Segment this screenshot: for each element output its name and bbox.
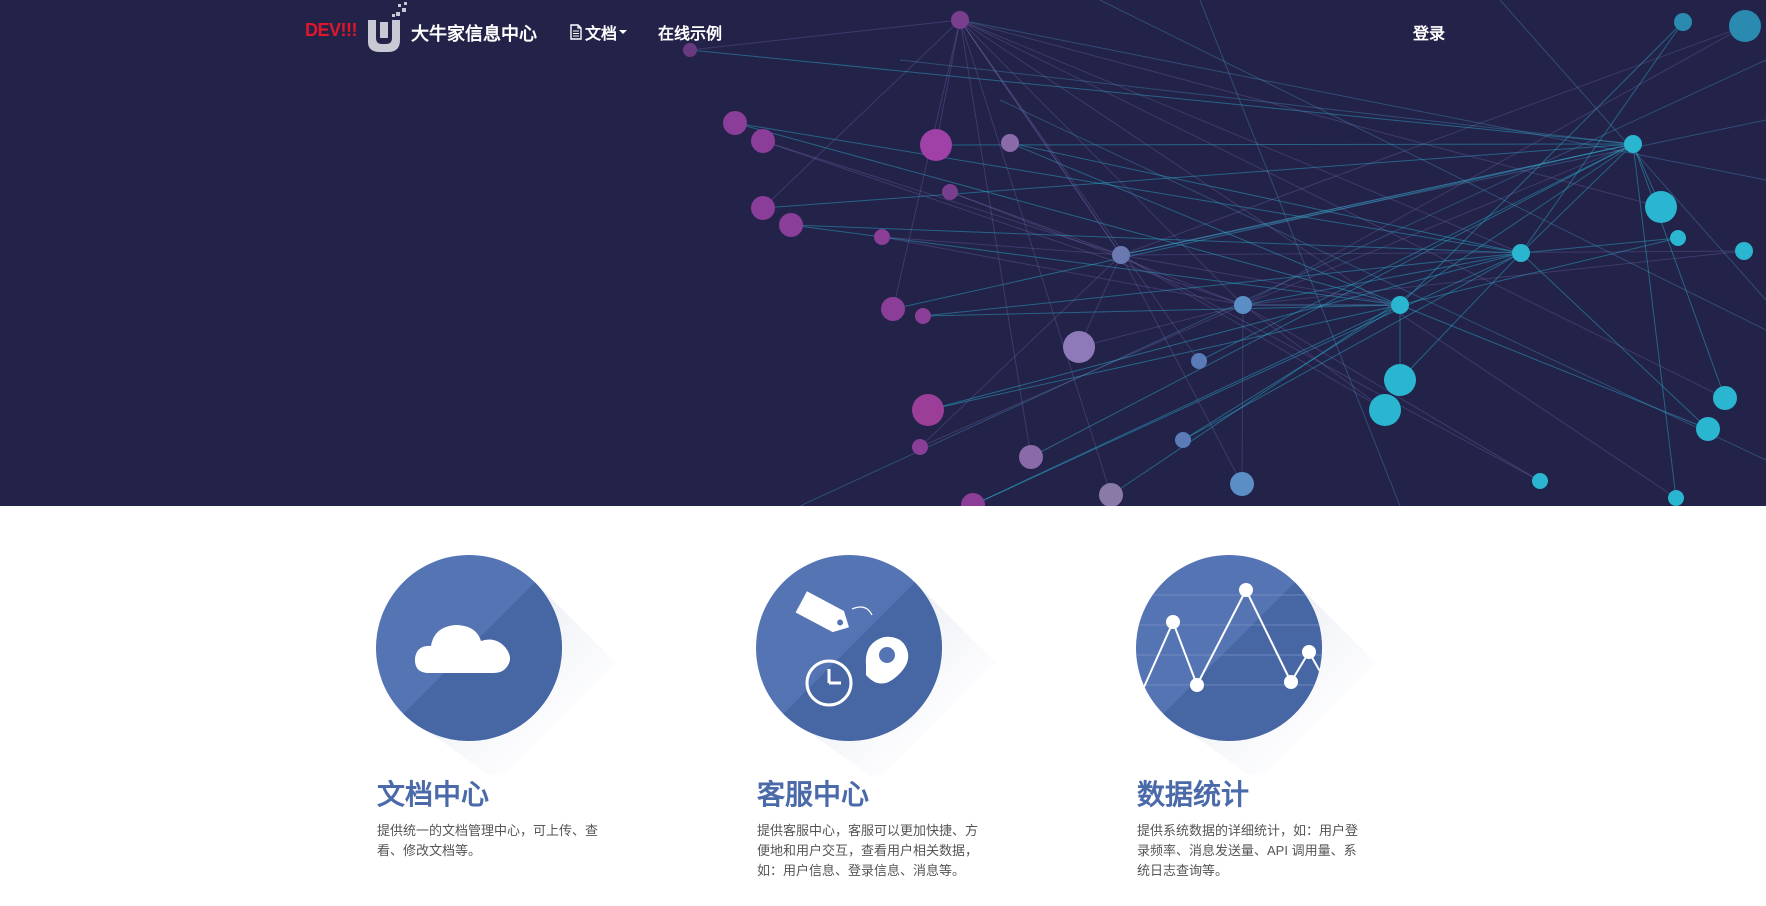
network-node <box>874 229 890 245</box>
network-node <box>920 129 952 161</box>
network-node <box>1668 490 1684 506</box>
network-node <box>1001 134 1019 152</box>
feature-description: 提供统一的文档管理中心，可上传、查看、修改文档等。 <box>377 823 599 858</box>
nav-login[interactable]: 登录 <box>1413 20 1445 44</box>
cloud-icon <box>376 555 616 775</box>
document-icon <box>570 24 582 40</box>
network-node <box>1063 331 1095 363</box>
network-node <box>1532 473 1548 489</box>
network-node <box>912 394 944 426</box>
network-node <box>1713 386 1737 410</box>
network-node <box>961 493 985 506</box>
network-node <box>1099 483 1123 506</box>
dev-badge: DEV!!! <box>305 20 358 40</box>
nav-online-demo[interactable]: 在线示例 <box>658 20 722 44</box>
nav-docs-dropdown[interactable]: 文档 <box>569 20 628 44</box>
network-node <box>751 196 775 220</box>
network-node <box>1391 296 1409 314</box>
feature-description: 提供客服中心，客服可以更加快捷、方便地和用户交互，查看用户相关数据，如：用户信息… <box>757 823 979 878</box>
network-node <box>1696 417 1720 441</box>
network-node <box>1670 230 1686 246</box>
tag-clock-pin-icon <box>756 555 996 775</box>
network-node <box>881 297 905 321</box>
network-node <box>1191 353 1207 369</box>
network-node <box>1512 244 1530 262</box>
network-node <box>1112 246 1130 264</box>
network-node <box>1230 472 1254 496</box>
brand-name[interactable]: 大牛家信息中心 <box>411 20 537 46</box>
network-node <box>1624 135 1642 153</box>
network-node <box>1645 191 1677 223</box>
feature-title: 客服中心 <box>757 779 870 810</box>
network-node <box>1175 432 1191 448</box>
network-node <box>1019 445 1043 469</box>
top-navbar: DEV!!! 大牛家信息中心 文档 在线示例 登录 <box>0 0 1766 64</box>
network-node <box>942 184 958 200</box>
feature-title: 文档中心 <box>377 779 490 810</box>
network-graphic <box>683 0 1766 506</box>
hero-banner: DEV!!! 大牛家信息中心 文档 在线示例 登录 <box>0 0 1766 506</box>
network-node <box>912 439 928 455</box>
network-node <box>779 213 803 237</box>
line-chart-icon <box>1136 555 1376 775</box>
network-node <box>751 129 775 153</box>
network-node <box>1369 394 1401 426</box>
nav-docs-label: 文档 <box>585 26 618 43</box>
feature-description: 提供系统数据的详细统计，如：用户登录频率、消息发送量、API 调用量、系统日志查… <box>1137 823 1359 878</box>
network-node <box>915 308 931 324</box>
network-node <box>723 111 747 135</box>
chevron-down-icon <box>619 30 628 34</box>
network-node <box>1384 364 1416 396</box>
brand-logo-icon <box>368 2 407 52</box>
network-node <box>1735 242 1753 260</box>
feature-title: 数据统计 <box>1137 779 1250 810</box>
network-node <box>1234 296 1252 314</box>
